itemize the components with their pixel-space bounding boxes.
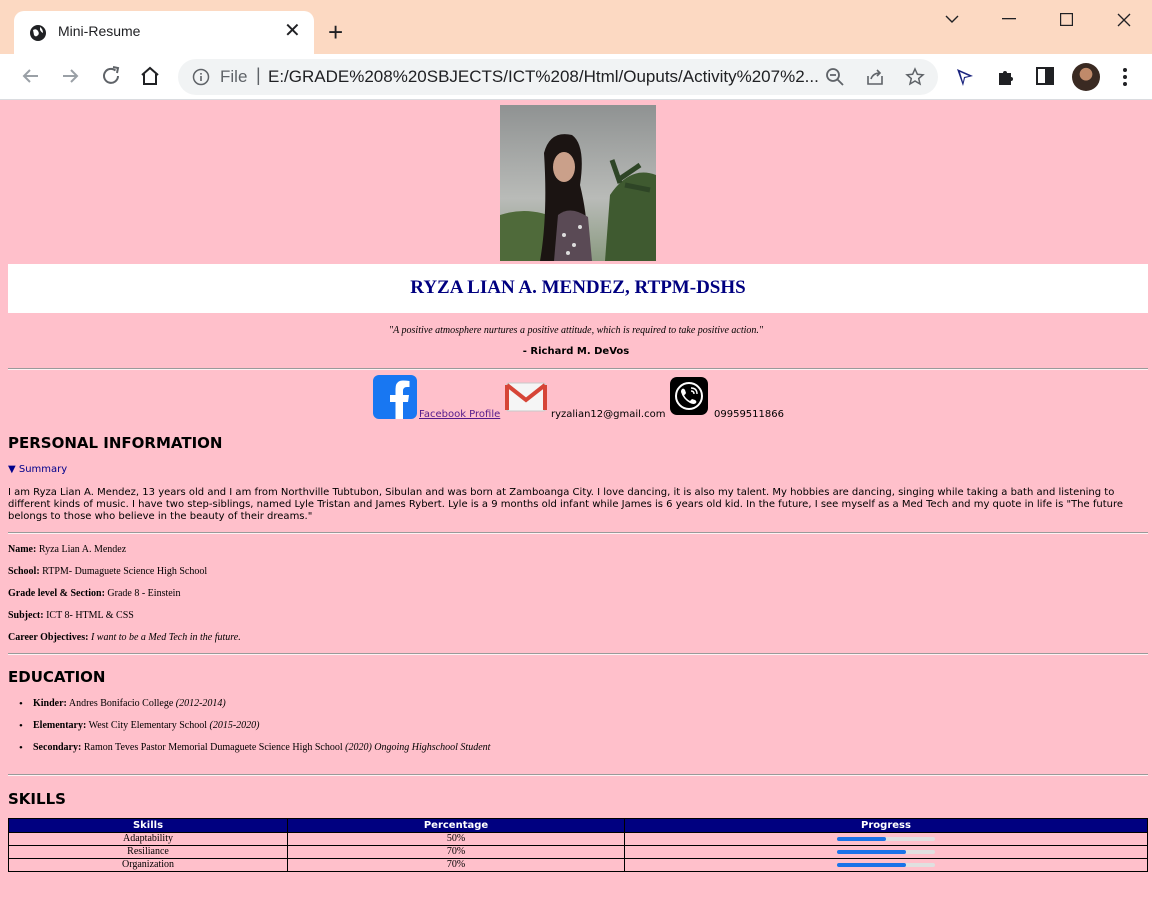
skill-progress-cell [624, 845, 1148, 859]
facebook-icon[interactable] [373, 375, 417, 419]
quote-text: "A positive atmosphere nurtures a positi… [388, 325, 764, 336]
edu-level: Kinder: [33, 698, 67, 709]
table-row: Organization 70% [8, 858, 1148, 872]
skill-name: Adaptability [8, 832, 288, 846]
field-label: Grade level & Section: [8, 588, 105, 599]
resume-page: RYZA LIAN A. MENDEZ, RTPM-DSHS "A positi… [0, 100, 1152, 902]
browser-toolbar: File | E:/GRADE%208%20SBJECTS/ICT%208/Ht… [0, 54, 1152, 100]
quote-author: - Richard M. DeVos [522, 346, 630, 357]
tab-search-chevron-icon[interactable] [945, 14, 959, 24]
resume-name: RYZA LIAN A. MENDEZ, RTPM-DSHS [410, 277, 746, 298]
education-heading: EDUCATION [8, 668, 106, 686]
list-item: Kinder: Andres Bonifacio College (2012-2… [19, 698, 226, 710]
skills-table: Skills Percentage Progress Adaptability … [8, 818, 1148, 872]
field-label: Name: [8, 544, 37, 555]
progress-fill [837, 849, 906, 854]
forward-arrow-icon[interactable] [58, 64, 82, 88]
summary-toggle[interactable]: ▼ Summary [8, 464, 67, 475]
progress-bar [837, 836, 935, 841]
bookmark-star-icon[interactable] [905, 67, 925, 87]
browser-titlebar: Mini-Resume ✕ + [0, 0, 1152, 54]
extensions-puzzle-icon[interactable] [995, 66, 1017, 88]
table-header-row: Skills Percentage Progress [8, 818, 1148, 833]
divider [8, 774, 1148, 776]
divider [8, 532, 1148, 534]
skill-percentage: 50% [287, 832, 625, 846]
career-objectives-field: Career Objectives: I want to be a Med Te… [8, 632, 241, 643]
phone-icon [670, 377, 708, 415]
list-item: Elementary: West City Elementary School … [19, 720, 260, 732]
skill-percentage: 70% [287, 845, 625, 859]
edu-school: Ramon Teves Pastor Memorial Dumaguete Sc… [83, 742, 343, 753]
name-field: Name: Ryza Lian A. Mendez [8, 544, 126, 555]
tab-close-icon[interactable]: ✕ [284, 19, 301, 43]
table-row: Adaptability 50% [8, 832, 1148, 846]
new-tab-icon[interactable]: + [328, 18, 343, 46]
info-icon[interactable] [192, 68, 210, 86]
progress-bar [837, 862, 935, 867]
phone-number: 09959511866 [714, 409, 784, 420]
progress-fill [837, 862, 906, 867]
field-value: I want to be a Med Tech in the future. [90, 632, 241, 643]
skill-name: Organization [8, 858, 288, 872]
column-header: Skills [8, 818, 288, 833]
column-header: Percentage [287, 818, 625, 833]
side-panel-icon[interactable] [1035, 66, 1055, 86]
menu-kebab-icon[interactable] [1119, 66, 1131, 88]
reload-icon[interactable] [99, 64, 123, 88]
field-label: Subject: [8, 610, 44, 621]
zoom-out-icon[interactable] [825, 67, 845, 87]
field-value: RTPM- Dumaguete Science High School [42, 566, 208, 577]
facebook-profile-link[interactable]: Facebook Profile [419, 409, 500, 420]
field-value: Grade 8 - Einstein [107, 588, 181, 599]
table-row: Resiliance 70% [8, 845, 1148, 859]
home-icon[interactable] [138, 64, 162, 88]
field-value: ICT 8- HTML & CSS [46, 610, 134, 621]
cursor-extension-icon[interactable] [954, 66, 976, 88]
profile-photo [500, 105, 656, 261]
back-arrow-icon[interactable] [19, 64, 43, 88]
grade-section-field: Grade level & Section: Grade 8 - Einstei… [8, 588, 180, 599]
list-item: Secondary: Ramon Teves Pastor Memorial D… [19, 742, 491, 754]
edu-school: West City Elementary School [88, 720, 207, 731]
edu-years: (2015-2020) [209, 720, 260, 731]
edu-school: Andres Bonifacio College [68, 698, 174, 709]
email-address: ryzalian12@gmail.com [551, 409, 666, 420]
edu-years: (2012-2014) [175, 698, 226, 709]
subject-field: Subject: ICT 8- HTML & CSS [8, 610, 134, 621]
globe-icon [30, 25, 46, 41]
edu-level: Secondary: [33, 742, 82, 753]
divider [8, 653, 1148, 655]
address-bar[interactable]: File | E:/GRADE%208%20SBJECTS/ICT%208/Ht… [178, 59, 938, 95]
url-text[interactable]: E:/GRADE%208%20SBJECTS/ICT%208/Html/Oupu… [268, 67, 828, 87]
edu-years: (2020) Ongoing Highschool Student [345, 742, 491, 753]
skills-heading: SKILLS [8, 790, 66, 808]
window-close-icon[interactable] [1117, 13, 1131, 27]
summary-text: I am Ryza Lian A. Mendez, 13 years old a… [8, 487, 1124, 522]
skill-percentage: 70% [287, 858, 625, 872]
divider [8, 368, 1148, 370]
profile-avatar[interactable] [1072, 63, 1100, 91]
progress-fill [837, 836, 886, 841]
tab-title: Mini-Resume [58, 23, 141, 39]
address-separator: | [256, 65, 261, 85]
field-value: Ryza Lian A. Mendez [38, 544, 127, 555]
field-label: Career Objectives: [8, 632, 89, 643]
skill-progress-cell [624, 858, 1148, 872]
skill-name: Resiliance [8, 845, 288, 859]
share-icon[interactable] [865, 67, 885, 87]
gmail-icon [505, 382, 547, 412]
file-label: File [220, 67, 248, 86]
minimize-icon[interactable] [1002, 18, 1016, 20]
progress-bar [837, 849, 935, 854]
edu-level: Elementary: [33, 720, 87, 731]
skill-progress-cell [624, 832, 1148, 846]
school-field: School: RTPM- Dumaguete Science High Sch… [8, 566, 207, 577]
column-header: Progress [624, 818, 1148, 833]
browser-tab[interactable]: Mini-Resume ✕ [14, 11, 314, 54]
field-label: School: [8, 566, 40, 577]
personal-info-heading: PERSONAL INFORMATION [8, 434, 223, 452]
name-banner: RYZA LIAN A. MENDEZ, RTPM-DSHS [8, 264, 1148, 313]
maximize-icon[interactable] [1060, 13, 1073, 26]
